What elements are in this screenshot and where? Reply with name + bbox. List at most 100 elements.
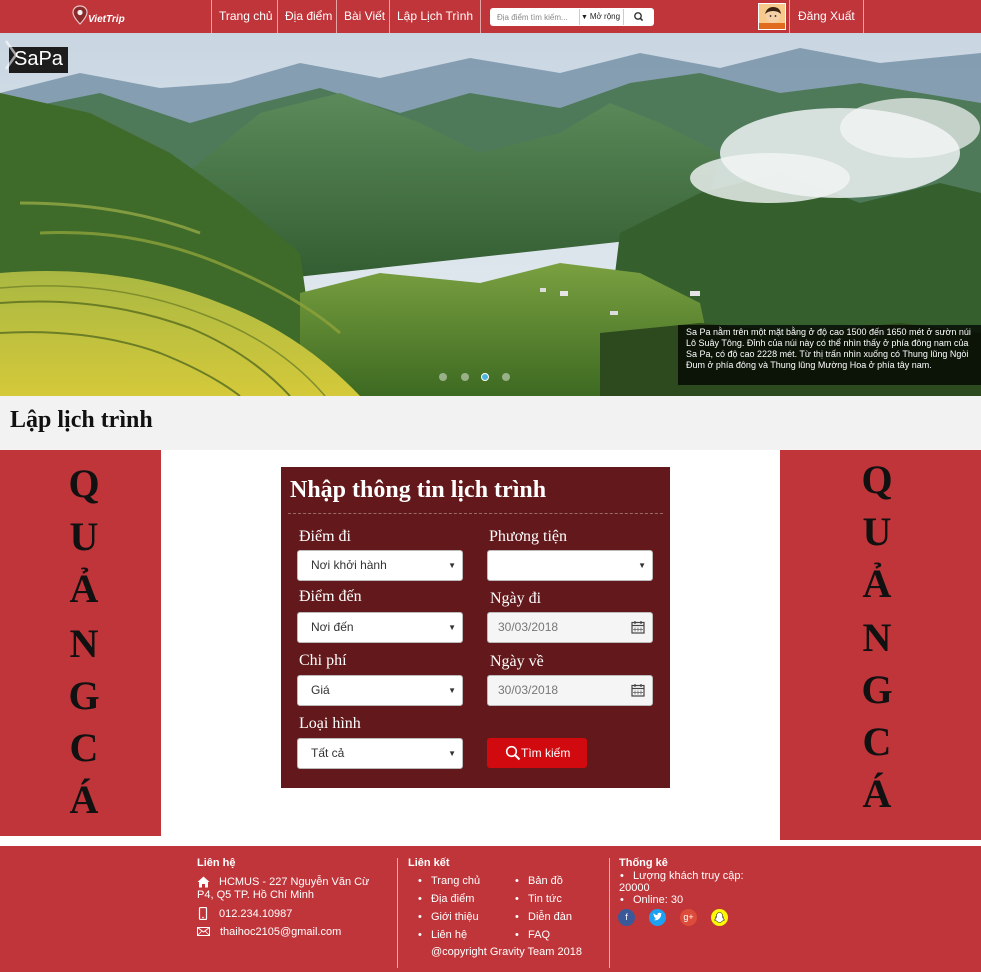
chevron-down-icon: ▼ [638,561,646,570]
ad-banner-right[interactable]: Q U Ả N G C Á [780,450,981,840]
carousel-dot-1[interactable] [439,373,447,381]
filter-icon: ▼ [580,14,588,21]
ad-letter: C [69,725,99,770]
ad-letter: N [862,615,892,660]
ad-letter: U [69,514,99,559]
ad-banner-left[interactable]: Q U Ả N G C Á [0,450,161,836]
form-title: Nhập thông tin lịch trình [290,477,547,503]
nav-home[interactable]: Trang chủ [211,0,280,33]
footer-divider [397,858,398,968]
chevron-down-icon: ▼ [448,623,456,632]
carousel-dot-4[interactable] [502,373,510,381]
footer-address-line2: P4, Q5 TP. Hồ Chí Minh [197,889,314,901]
vehicle-label: Phương tiện [489,528,568,545]
ad-letter: G [861,667,893,712]
mail-icon [197,927,210,936]
snapchat-icon[interactable] [711,909,728,926]
cost-select[interactable]: Giá ▼ [297,675,463,706]
footer-phone: 012.234.10987 [219,908,293,920]
google-plus-icon[interactable]: g+ [680,909,697,926]
footer-contact-heading: Liên hệ [197,857,236,869]
search-bar: ▼Mở rộng [490,8,654,26]
depart-date-value: 30/03/2018 [498,620,559,634]
find-itinerary-label: Tìm kiếm [521,746,571,760]
ad-letter: G [68,673,100,718]
avatar-image [759,4,785,29]
advanced-search-label: Mở rộng [589,12,621,21]
footer-stats-heading: Thống kê [619,857,668,869]
user-avatar[interactable] [758,3,786,30]
footer-link-home[interactable]: Trang chủ [418,875,480,887]
nav-articles[interactable]: Bài Viết [336,0,392,33]
ghost-glyph [713,912,726,923]
carousel-dot-3[interactable] [481,373,489,381]
footer-link-map[interactable]: Bản đồ [515,875,563,887]
search-input[interactable] [490,8,578,26]
hero-carousel: SaPa Sa Pa nằm trên một mặt bằng ở độ ca… [0,33,981,396]
footer-email[interactable]: thaihoc2105@gmail.com [220,926,341,939]
footer-link-faq[interactable]: FAQ [515,929,550,941]
ad-letter: Ả [862,561,892,606]
depart-date-input[interactable]: 30/03/2018 [487,612,653,643]
find-itinerary-button[interactable]: Tìm kiếm [487,738,587,768]
footer-copyright: @copyright Gravity Team 2018 [431,946,582,958]
footer-link-about[interactable]: Giới thiệu [418,911,478,923]
map-pin-icon [72,5,88,25]
from-label: Điểm đi [299,528,351,545]
carousel-next-icon[interactable] [0,33,22,77]
logo-text: VietTrip [88,14,125,25]
site-logo[interactable]: VietTrip [70,4,130,30]
search-icon [634,12,644,22]
type-label: Loại hình [299,715,361,732]
advanced-search-button[interactable]: ▼ Mở rộng [579,9,621,25]
from-select-value: Nơi khởi hành [311,558,387,572]
ad-letter: Á [69,777,99,822]
from-select[interactable]: Nơi khởi hành ▼ [297,550,463,581]
phone-icon [198,907,208,920]
calendar-icon [631,621,645,634]
return-date-input[interactable]: 30/03/2018 [487,675,653,706]
to-label: Điểm đến [299,588,362,605]
type-select-value: Tất cả [311,746,345,760]
ad-letter: N [69,621,99,666]
footer: Liên hệ HCMUS - 227 Nguyễn Văn Cừ P4, Q5… [0,846,981,972]
twitter-icon[interactable] [649,909,666,926]
to-select[interactable]: Nơi đến ▼ [297,612,463,643]
top-navbar: VietTrip Trang chủ Địa điểm Bài Viết Lập… [0,0,981,33]
ad-letter: U [862,509,892,554]
nav-plan-itinerary[interactable]: Lập Lịch Trình [389,0,482,33]
ad-letter: Á [862,771,892,816]
page-title: Lập lịch trình [10,407,153,433]
ad-letter: Q [861,457,893,502]
chevron-down-icon: ▼ [448,686,456,695]
chevron-down-icon: ▼ [448,561,456,570]
logout-link[interactable]: Đăng Xuất [789,0,864,33]
nav-places[interactable]: Địa điểm [277,0,339,33]
cost-select-value: Giá [311,683,330,697]
ad-letter: C [862,719,892,764]
vehicle-select[interactable]: ▼ [487,550,653,581]
itinerary-form: Nhập thông tin lịch trình Điểm đi Nơi kh… [281,467,670,788]
footer-link-forum[interactable]: Diễn đàn [515,911,572,923]
footer-link-places[interactable]: Địa điểm [418,893,475,905]
facebook-icon[interactable]: f [618,909,635,926]
search-button[interactable] [623,9,653,25]
type-select[interactable]: Tất cả ▼ [297,738,463,769]
home-icon [197,876,210,888]
footer-online: Online: 30 [620,894,683,906]
twitter-bird-glyph [653,912,662,921]
footer-links-heading: Liên kết [408,857,450,869]
form-divider [288,513,663,514]
page: VietTrip Trang chủ Địa điểm Bài Viết Lập… [0,0,981,972]
return-date-label: Ngày về [490,653,544,670]
footer-visits-label: Lượng khách truy cập: [620,870,744,882]
ad-letter: Q [68,461,100,506]
title-band: Lập lịch trình [0,396,981,450]
carousel-dot-2[interactable] [461,373,469,381]
footer-link-news[interactable]: Tin tức [515,893,562,905]
calendar-icon [631,684,645,697]
footer-divider [609,858,610,968]
footer-link-contact[interactable]: Liên hệ [418,929,467,941]
depart-date-label: Ngày đi [490,590,542,607]
chevron-down-icon: ▼ [448,749,456,758]
